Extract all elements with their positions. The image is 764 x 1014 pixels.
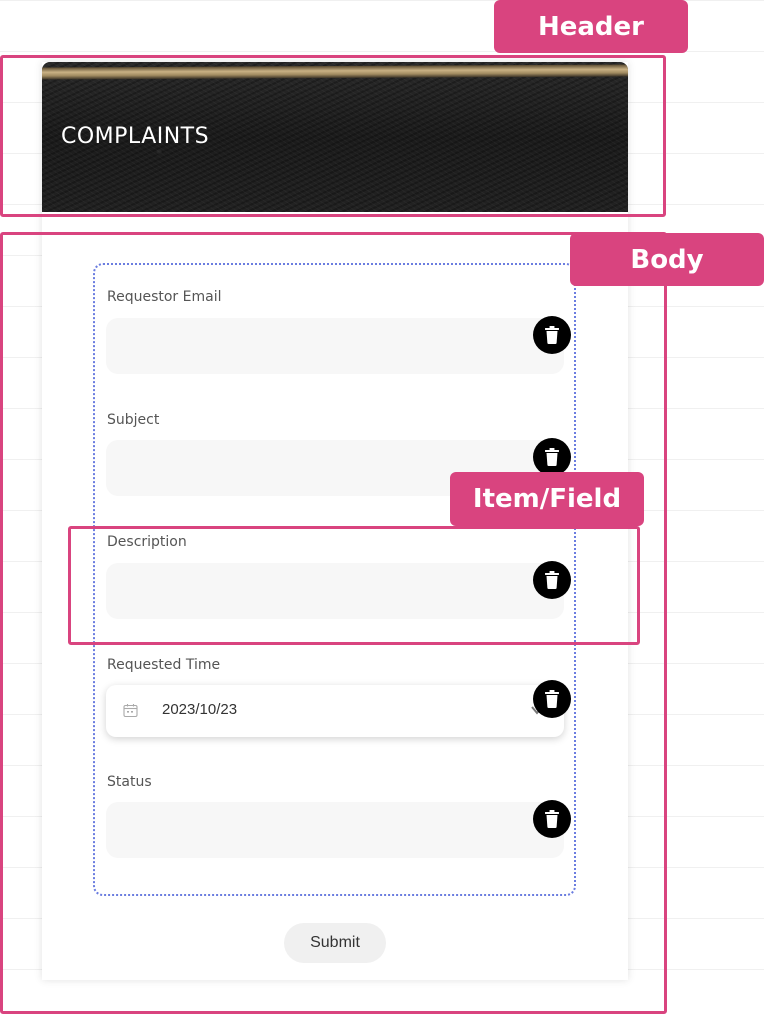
requested-time-value: 2023/10/23 [162, 701, 238, 718]
field-label-subject: Subject [107, 412, 160, 428]
delete-field-button[interactable] [533, 800, 571, 838]
submit-button[interactable]: Submit [284, 923, 386, 963]
field-label-description: Description [107, 534, 187, 550]
description-input[interactable] [106, 563, 564, 619]
requested-time-datepicker[interactable]: 2023/10/23 [106, 685, 564, 737]
header-annotation-tag: Header [494, 0, 688, 53]
requestor-email-input[interactable] [106, 318, 564, 374]
header-banner: COMPLAINTS [42, 62, 628, 212]
status-input[interactable] [106, 802, 564, 858]
banner-image-strip [42, 64, 628, 80]
field-annotation-tag: Item/Field [450, 472, 644, 526]
delete-field-button[interactable] [533, 316, 571, 354]
page-canvas: COMPLAINTS Requestor Email Subject Descr… [0, 0, 764, 1014]
trash-icon [545, 448, 559, 466]
delete-field-button[interactable] [533, 561, 571, 599]
field-label-status: Status [107, 774, 152, 790]
trash-icon [545, 810, 559, 828]
calendar-icon [123, 704, 138, 718]
field-label-requestor-email: Requestor Email [107, 289, 222, 305]
trash-icon [545, 326, 559, 344]
delete-field-button[interactable] [533, 438, 571, 476]
trash-icon [545, 690, 559, 708]
delete-field-button[interactable] [533, 680, 571, 718]
body-annotation-tag: Body [570, 233, 764, 286]
field-label-requested-time: Requested Time [107, 657, 221, 673]
page-title: COMPLAINTS [61, 124, 210, 149]
trash-icon [545, 571, 559, 589]
